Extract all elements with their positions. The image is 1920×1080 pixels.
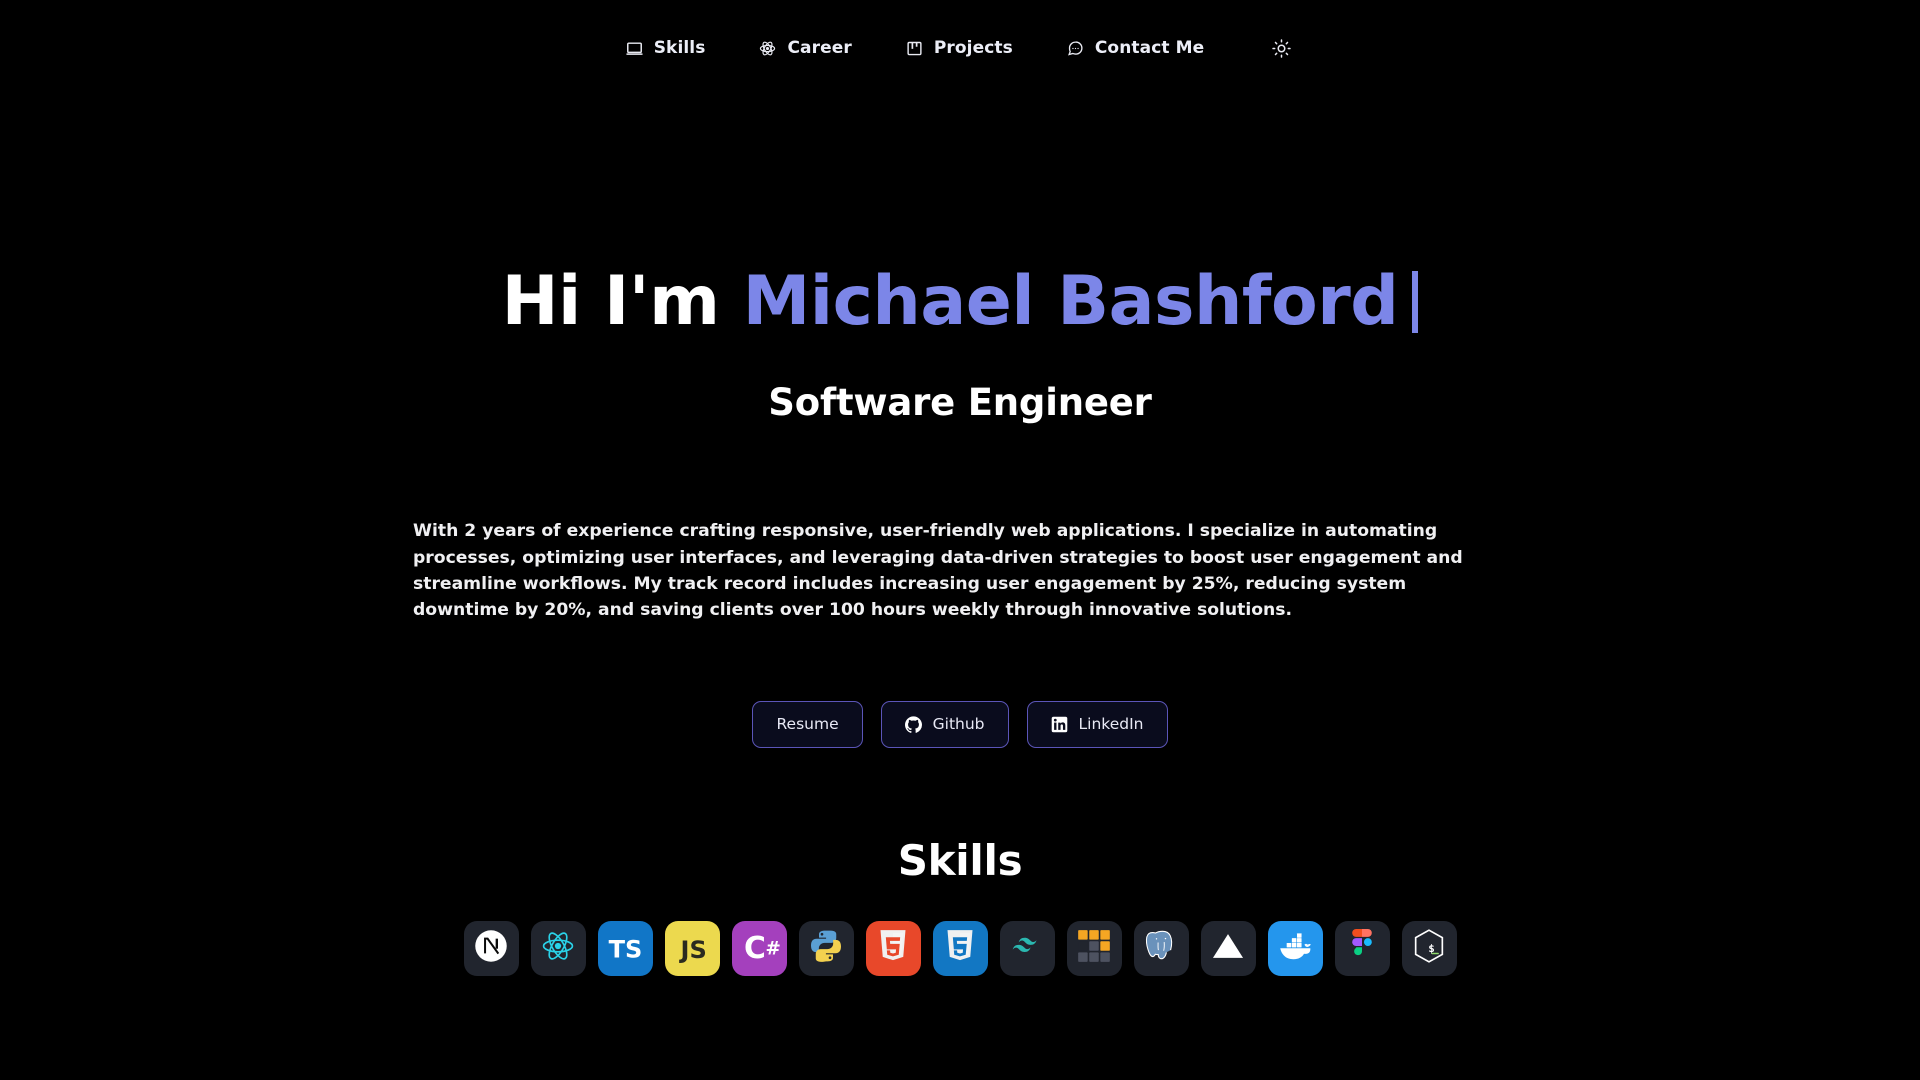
- figma-icon: [1345, 929, 1379, 967]
- css3-icon: [940, 926, 980, 970]
- skill-tile-nextjs[interactable]: [463, 920, 519, 976]
- page-title: Hi I'm Michael Bashford: [502, 266, 1419, 337]
- postgresql-icon: [1141, 926, 1181, 970]
- skill-tile-javascript[interactable]: JS: [664, 920, 720, 976]
- skill-tile-typescript[interactable]: TS: [597, 920, 653, 976]
- svg-text:JS: JS: [678, 936, 706, 964]
- nav-label-skills: Skills: [653, 38, 706, 58]
- skills-icon-row: TS JS C # $: [463, 920, 1457, 976]
- typescript-icon: TS: [598, 921, 653, 976]
- linkedin-icon: [1051, 716, 1068, 733]
- nav-item-skills[interactable]: Skills: [626, 38, 706, 58]
- message-icon: [1067, 40, 1084, 57]
- csharp-icon: C #: [732, 921, 787, 976]
- python-icon: [806, 926, 846, 970]
- skill-tile-html5[interactable]: [865, 920, 921, 976]
- pnpm-icon: [1075, 927, 1113, 969]
- resume-button[interactable]: Resume: [752, 700, 863, 748]
- kanban-icon: [906, 40, 923, 57]
- nav-item-contact-me[interactable]: Contact Me: [1067, 38, 1204, 58]
- javascript-icon: JS: [665, 921, 720, 976]
- vercel-icon: [1209, 927, 1247, 969]
- skills-heading: Skills: [897, 835, 1023, 885]
- docker-icon: [1274, 925, 1316, 971]
- hero-description: With 2 years of experience crafting resp…: [413, 521, 1463, 620]
- monitor-icon: [626, 40, 643, 57]
- typing-caret: [1412, 271, 1419, 333]
- tailwind-icon: [1008, 927, 1046, 969]
- skill-tile-figma[interactable]: [1334, 920, 1390, 976]
- skill-tile-bash[interactable]: $: [1401, 920, 1457, 976]
- skill-tile-python[interactable]: [798, 920, 854, 976]
- bash-icon: $: [1409, 926, 1449, 970]
- github-button[interactable]: Github: [880, 700, 1009, 748]
- hero-subtitle: Software Engineer: [768, 381, 1152, 425]
- react-icon: [537, 925, 579, 971]
- resume-button-label: Resume: [776, 715, 839, 734]
- skill-tile-postgresql[interactable]: [1133, 920, 1189, 976]
- nav-item-projects[interactable]: Projects: [906, 38, 1013, 58]
- nextjs-icon: [470, 925, 512, 971]
- hero-greeting: Hi I'm: [501, 262, 743, 341]
- svg-text:TS: TS: [608, 935, 642, 963]
- linkedin-button-label: LinkedIn: [1078, 715, 1144, 734]
- main-navigation: Skills Career Projects Contact Me: [0, 0, 1920, 88]
- skill-tile-vercel[interactable]: [1200, 920, 1256, 976]
- hero-action-buttons: Resume Github LinkedIn: [752, 700, 1168, 748]
- skill-tile-csharp[interactable]: C #: [731, 920, 787, 976]
- github-icon: [904, 716, 922, 733]
- hero-name: Michael Bashford: [742, 262, 1399, 341]
- skill-tile-tailwind[interactable]: [999, 920, 1055, 976]
- github-button-label: Github: [932, 715, 985, 734]
- nav-label-career: Career: [787, 38, 852, 58]
- skill-tile-css3[interactable]: [932, 920, 988, 976]
- skill-tile-docker[interactable]: [1267, 920, 1323, 976]
- skill-tile-pnpm[interactable]: [1066, 920, 1122, 976]
- svg-text:C: C: [743, 931, 765, 966]
- sun-icon[interactable]: [1268, 35, 1294, 61]
- hero-section: Hi I'm Michael Bashford Software Enginee…: [0, 88, 1920, 748]
- html5-icon: [873, 926, 913, 970]
- atom-icon: [759, 40, 776, 57]
- skill-tile-react[interactable]: [530, 920, 586, 976]
- skills-section: Skills TS JS C # $: [0, 836, 1920, 976]
- nav-label-projects: Projects: [933, 38, 1013, 58]
- nav-label-contact-me: Contact Me: [1094, 38, 1205, 58]
- nav-item-career[interactable]: Career: [759, 38, 852, 58]
- svg-text:#: #: [765, 938, 780, 959]
- linkedin-button[interactable]: LinkedIn: [1026, 700, 1168, 748]
